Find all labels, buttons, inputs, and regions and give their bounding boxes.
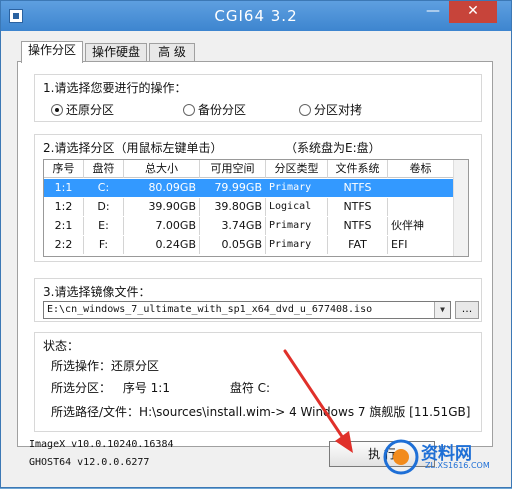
- browse-button[interactable]: ...: [455, 301, 479, 319]
- table-row[interactable]: 1:1 C: 80.09GB 79.99GB Primary NTFS: [44, 179, 454, 197]
- cell-type: Primary: [266, 236, 328, 254]
- status-group: 状态： 所选操作：还原分区 所选分区： 序号 1:1 盘符 C: 所选路径/文件…: [34, 332, 482, 432]
- col-header[interactable]: 可用空间: [200, 160, 266, 178]
- cell-fs: FAT: [328, 236, 388, 254]
- status-label: 状态：: [43, 339, 80, 353]
- cell-drive: D:: [84, 198, 124, 216]
- restore-label: 还原分区: [66, 103, 115, 117]
- operation-label: 1.请选择您要进行的操作：: [43, 81, 187, 95]
- tab-advanced[interactable]: 高 级: [149, 43, 195, 62]
- cell-total: 80.09GB: [124, 179, 200, 197]
- cell-drive: C:: [84, 179, 124, 197]
- image-path-select[interactable]: E:\cn_windows_7_ultimate_with_sp1_x64_dv…: [43, 301, 451, 319]
- table-row[interactable]: 2:1 E: 7.00GB 3.74GB Primary NTFS 伙伴神: [44, 217, 454, 235]
- cell-fs: NTFS: [328, 198, 388, 216]
- col-header[interactable]: 序号: [44, 160, 84, 178]
- client-area: 操作分区 操作硬盘 高 级 1.请选择您要进行的操作： 还原分区 备份分区 分区…: [9, 33, 503, 485]
- cell-type: Primary: [266, 179, 328, 197]
- col-header[interactable]: 分区类型: [266, 160, 328, 178]
- system-drive-hint: （系统盘为E:盘）: [285, 141, 381, 155]
- restore-radio[interactable]: 还原分区: [51, 101, 114, 117]
- status-partition: 所选分区： 序号 1:1 盘符 C:: [51, 379, 270, 396]
- cell-label: 伙伴神: [388, 217, 454, 235]
- cell-free: 39.80GB: [200, 198, 266, 216]
- table-row[interactable]: 1:2 D: 39.90GB 39.80GB Logical NTFS: [44, 198, 454, 216]
- cell-num: 1:1: [44, 179, 84, 197]
- cell-type: Logical: [266, 198, 328, 216]
- status-operation: 所选操作：还原分区: [51, 359, 160, 373]
- image-label: 3.请选择镜像文件：: [43, 285, 151, 299]
- cell-fs: NTFS: [328, 217, 388, 235]
- tab-panel: 1.请选择您要进行的操作： 还原分区 备份分区 分区对拷 2.请选择分区（用鼠标…: [17, 61, 493, 447]
- col-header[interactable]: 盘符: [84, 160, 124, 178]
- cell-free: 79.99GB: [200, 179, 266, 197]
- partition-table[interactable]: 序号 盘符 总大小 可用空间 分区类型 文件系统 卷标 1:1 C: 80.09…: [43, 159, 469, 257]
- col-header[interactable]: 总大小: [124, 160, 200, 178]
- partition-group: 2.请选择分区（用鼠标左键单击） （系统盘为E:盘） 序号 盘符 总大小 可用空…: [34, 134, 482, 262]
- cell-label: [388, 179, 454, 197]
- status-partition-num: 序号 1:1: [122, 381, 170, 395]
- status-path: 所选路径/文件：H:\sources\install.wim-> 4 Windo…: [51, 405, 471, 419]
- status-partition-prefix: 所选分区：: [51, 381, 112, 395]
- radio-unchecked-icon: [183, 104, 195, 116]
- cell-num: 2:1: [44, 217, 84, 235]
- col-header[interactable]: 卷标: [388, 160, 454, 178]
- clone-radio[interactable]: 分区对拷: [299, 101, 362, 117]
- cell-total: 39.90GB: [124, 198, 200, 216]
- backup-label: 备份分区: [198, 103, 247, 117]
- table-row[interactable]: 2:2 F: 0.24GB 0.05GB Primary FAT EFI: [44, 236, 454, 254]
- cell-type: Primary: [266, 217, 328, 235]
- table-header: 序号 盘符 总大小 可用空间 分区类型 文件系统 卷标: [44, 160, 454, 178]
- cell-drive: F:: [84, 236, 124, 254]
- cell-label: EFI: [388, 236, 454, 254]
- ghost-version: GHOST64 v12.0.0.6277: [29, 457, 150, 468]
- cell-drive: E:: [84, 217, 124, 235]
- watermark-icon: [383, 439, 419, 475]
- watermark-url: ZL.XS1616.COM: [425, 461, 490, 470]
- imagex-version: ImageX v10.0.10240.16384: [29, 439, 174, 450]
- cell-label: [388, 198, 454, 216]
- watermark-logo: 资料网 ZL.XS1616.COM: [381, 437, 501, 477]
- tab-partition[interactable]: 操作分区: [21, 41, 83, 63]
- cell-fs: NTFS: [328, 179, 388, 197]
- image-group: 3.请选择镜像文件： E:\cn_windows_7_ultimate_with…: [34, 278, 482, 322]
- radio-checked-icon: [51, 104, 63, 116]
- cell-num: 1:2: [44, 198, 84, 216]
- table-scrollbar[interactable]: [453, 160, 468, 256]
- radio-unchecked-icon: [299, 104, 311, 116]
- operation-group: 1.请选择您要进行的操作： 还原分区 备份分区 分区对拷: [34, 74, 482, 122]
- status-partition-drive: 盘符 C:: [229, 381, 271, 395]
- tab-disk[interactable]: 操作硬盘: [85, 43, 147, 62]
- cell-total: 7.00GB: [124, 217, 200, 235]
- close-button[interactable]: ✕: [449, 1, 497, 23]
- clone-label: 分区对拷: [314, 103, 363, 117]
- title-bar[interactable]: CGI64 3.2 — ✕: [1, 1, 511, 31]
- chevron-down-icon[interactable]: ▼: [434, 302, 450, 318]
- col-header[interactable]: 文件系统: [328, 160, 388, 178]
- cell-free: 3.74GB: [200, 217, 266, 235]
- cell-total: 0.24GB: [124, 236, 200, 254]
- image-path-value: E:\cn_windows_7_ultimate_with_sp1_x64_dv…: [47, 304, 373, 315]
- partition-label: 2.请选择分区（用鼠标左键单击）: [43, 141, 223, 155]
- cell-num: 2:2: [44, 236, 84, 254]
- minimize-button[interactable]: —: [419, 1, 447, 23]
- backup-radio[interactable]: 备份分区: [183, 101, 246, 117]
- cell-free: 0.05GB: [200, 236, 266, 254]
- app-window: CGI64 3.2 — ✕ 操作分区 操作硬盘 高 级 1.请选择您要进行的操作…: [0, 0, 512, 488]
